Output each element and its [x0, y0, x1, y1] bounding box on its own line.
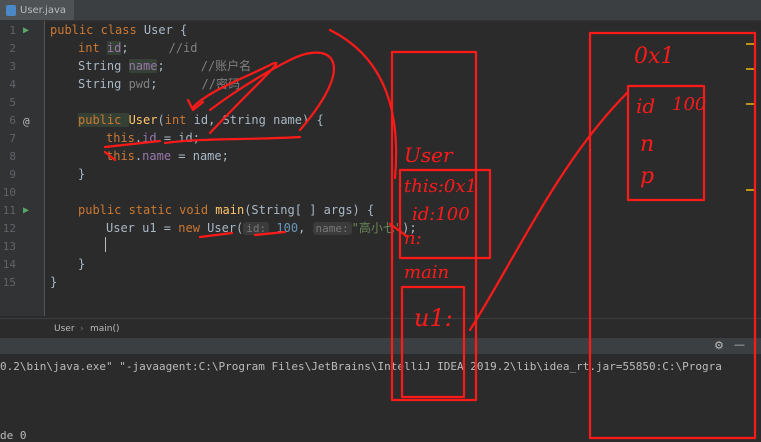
heap-field-n: n	[640, 132, 655, 157]
stack-arrow	[328, 28, 398, 180]
main-frame-label: main	[404, 262, 450, 283]
local-id-label: id:100	[412, 204, 470, 225]
underline	[163, 135, 302, 145]
heap-field-id: id	[636, 94, 656, 118]
heap-field-id-value: 100	[672, 94, 707, 115]
this-ref-label: this:0x1	[404, 176, 477, 197]
underline	[198, 231, 234, 239]
underline	[253, 230, 287, 237]
reference-arrow	[468, 90, 630, 332]
heap-field-p: p	[640, 164, 655, 189]
u1-ref-label: u1:	[414, 304, 453, 332]
tick-mark	[103, 150, 117, 162]
heap-address-label: 0x1	[634, 44, 675, 69]
local-n-label: n:	[404, 228, 422, 249]
user-frame-label: User	[404, 143, 453, 167]
underline	[103, 139, 162, 149]
